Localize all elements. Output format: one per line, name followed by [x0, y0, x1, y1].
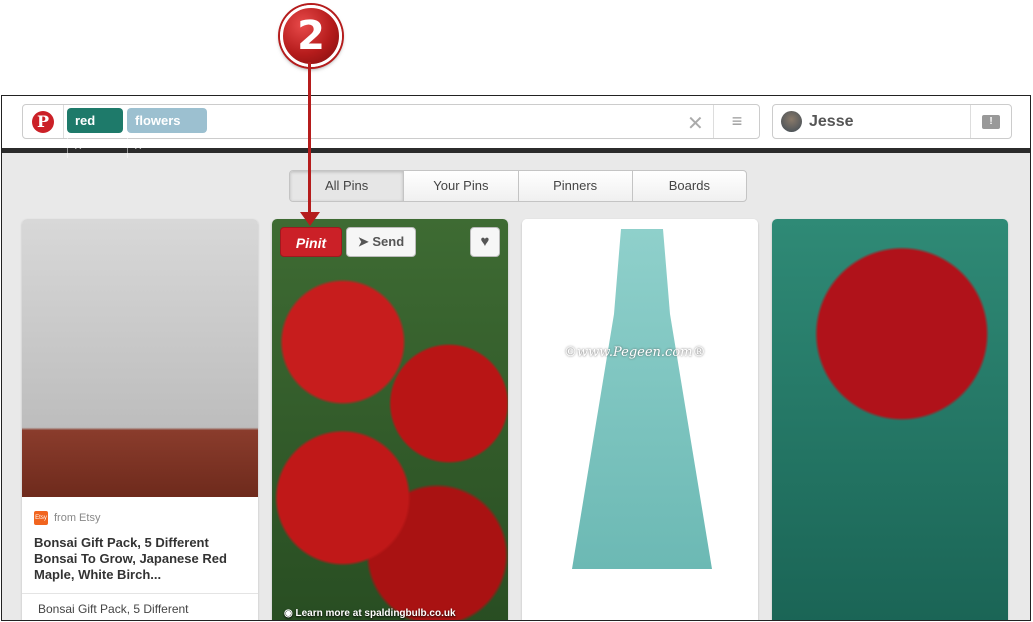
top-bar: P red × flowers × ✕ ≡ Jesse ! — [2, 96, 1030, 158]
speech-bubble-icon: ! — [982, 114, 1000, 129]
avatar — [781, 111, 802, 132]
like-button[interactable]: ♥ — [470, 227, 500, 257]
pin-image-bonsai[interactable] — [22, 219, 258, 497]
pin-image-dress[interactable] — [522, 219, 758, 620]
pin-source[interactable]: Etsy from Etsy — [34, 511, 100, 525]
globe-icon: ◉ — [284, 608, 296, 619]
tag-label: flowers — [135, 113, 181, 128]
tab-boards[interactable]: Boards — [633, 171, 746, 201]
learn-more-label: Learn more at spaldingbulb.co.uk — [295, 608, 456, 619]
callout-arrow-line — [308, 62, 311, 214]
user-menu[interactable]: Jesse ! — [772, 104, 1012, 139]
filter-tabs: All Pins Your Pins Pinners Boards — [289, 170, 747, 202]
pin-source-label: from Etsy — [54, 511, 101, 524]
learn-more-link[interactable]: ◉ Learn more at spaldingbulb.co.uk — [284, 608, 456, 619]
clear-search-icon[interactable]: ✕ — [687, 111, 704, 136]
search-tag-red[interactable]: red × — [67, 108, 123, 158]
tag-label: red — [75, 113, 96, 128]
paper-plane-icon: ➤ — [357, 234, 373, 249]
tab-your-pins[interactable]: Your Pins — [404, 171, 519, 201]
pin-card-dress[interactable]: ©www.Pegeen.com® — [522, 219, 758, 620]
pin-card-rose[interactable] — [772, 219, 1008, 620]
pin-description: Bonsai Gift Pack, 5 Different — [22, 593, 258, 620]
pin-it-button[interactable]: Pinit — [280, 227, 342, 257]
browser-frame: P red × flowers × ✕ ≡ Jesse ! All Pins You… — [1, 95, 1031, 621]
dress-shape — [572, 229, 712, 569]
pinterest-logo-icon: P — [32, 110, 54, 133]
pin-card-bonsai[interactable]: Etsy from Etsy Bonsai Gift Pack, 5 Differ… — [22, 219, 258, 620]
pin-image-ranunculus[interactable] — [272, 219, 508, 620]
tag-remove-icon[interactable]: × — [127, 133, 148, 158]
notifications-button[interactable]: ! — [970, 105, 1011, 138]
user-name: Jesse — [809, 113, 854, 130]
tag-remove-icon[interactable]: × — [67, 133, 88, 158]
step-callout-badge: 2 — [280, 5, 342, 67]
etsy-icon: Etsy — [34, 511, 48, 525]
callout-arrow-head — [300, 212, 320, 226]
pinterest-logo[interactable]: P — [23, 105, 64, 138]
send-button[interactable]: ➤ Send — [346, 227, 416, 257]
pin-card-ranunculus[interactable]: Pinit ➤ Send ♥ ◉ Learn more at spaldingb… — [272, 219, 508, 620]
menu-icon: ≡ — [731, 111, 743, 131]
search-tag-flowers[interactable]: flowers × — [127, 108, 207, 158]
pin-image-rose[interactable] — [772, 219, 1008, 620]
search-box[interactable]: P red × flowers × ✕ ≡ — [22, 104, 760, 158]
heart-icon: ♥ — [480, 233, 490, 250]
pin-title[interactable]: Bonsai Gift Pack, 5 Different Bonsai To … — [34, 535, 246, 583]
send-label: Send — [372, 234, 405, 249]
tab-pinners[interactable]: Pinners — [519, 171, 633, 201]
search-menu-button[interactable]: ≡ — [713, 105, 760, 138]
image-watermark: ©www.Pegeen.com® — [564, 345, 706, 360]
